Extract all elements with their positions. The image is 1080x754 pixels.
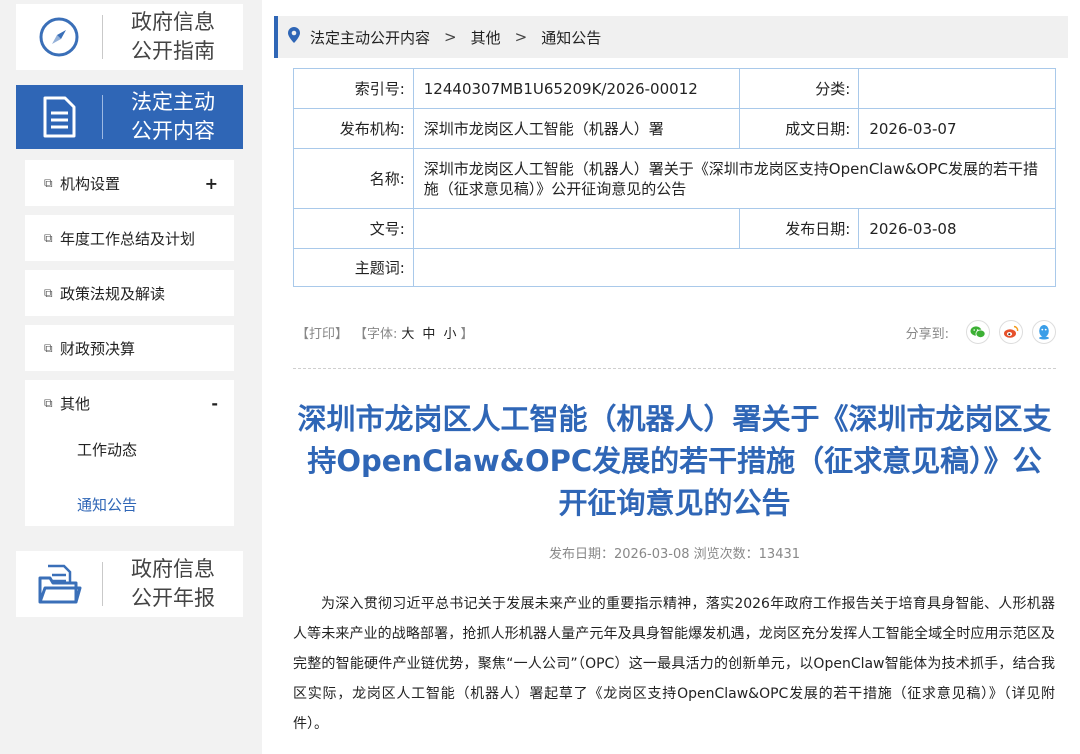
wechat-icon[interactable] xyxy=(966,320,990,344)
table-row: 名称: 深圳市龙岗区人工智能（机器人）署关于《深圳市龙岗区支持OpenClaw&… xyxy=(293,148,1057,209)
annual-line2: 公开年报 xyxy=(131,586,215,610)
article-pubinfo: 发布日期：2026-03-08 浏览次数：13431 xyxy=(548,547,801,562)
name-label: 名称: xyxy=(293,148,414,209)
subject-value xyxy=(412,248,1057,287)
copy-icon: ⧉ xyxy=(44,230,53,245)
sidebar-item-label: 其他 xyxy=(60,394,91,413)
copy-icon: ⧉ xyxy=(44,175,53,190)
font-small-link[interactable]: 小 xyxy=(443,323,456,342)
sidebar-menu-budget: ⧉ 财政预决算 xyxy=(25,325,234,371)
font-medium-link[interactable]: 中 xyxy=(422,323,435,342)
sidebar-menu-org: ⧉ 机构设置 + xyxy=(25,160,234,206)
copy-icon: ⧉ xyxy=(44,340,53,355)
guide-line2: 公开指南 xyxy=(131,39,215,63)
sidebar-item-org[interactable]: ⧉ 机构设置 + xyxy=(25,160,234,206)
collapse-icon[interactable]: - xyxy=(211,394,218,413)
copy-icon: ⧉ xyxy=(44,395,53,410)
qq-icon[interactable] xyxy=(1032,320,1056,344)
location-pin-icon xyxy=(288,27,300,47)
breadcrumb: 法定主动公开内容 > 其他 > 通知公告 xyxy=(274,16,1068,58)
copy-icon: ⧉ xyxy=(44,285,53,300)
table-row: 主题词: xyxy=(293,248,1057,287)
gov-info-guide-label: 政府信息 公开指南 xyxy=(103,8,243,66)
annual-line1: 政府信息 xyxy=(131,557,215,581)
document-icon xyxy=(16,85,102,149)
sidebar-item-budget[interactable]: ⧉ 财政预决算 xyxy=(25,325,234,371)
folder-icon xyxy=(16,551,102,617)
guide-line1: 政府信息 xyxy=(131,10,215,34)
font-large-link[interactable]: 大 xyxy=(401,323,414,342)
table-row: 文号: 发布日期: 2026-03-08 xyxy=(293,208,1056,249)
breadcrumb-separator: > xyxy=(514,28,528,46)
index-value: 12440307MB1U65209K/2026-00012 xyxy=(412,68,740,109)
sidebar-item-other[interactable]: ⧉ 其他 - xyxy=(25,380,234,426)
divider xyxy=(293,368,1056,369)
sidebar-item-label: 年度工作总结及计划 xyxy=(60,229,196,248)
metadata-table: 索引号: 12440307MB1U65209K/2026-00012 分类: 发… xyxy=(293,68,1057,287)
name-value: 深圳市龙岗区人工智能（机器人）署关于《深圳市龙岗区支持OpenClaw&OPC发… xyxy=(412,148,1057,209)
category-label: 分类: xyxy=(738,68,860,109)
compass-icon xyxy=(16,4,102,70)
publisher-label: 发布机构: xyxy=(293,108,414,149)
sidebar-menu-plan: ⧉ 年度工作总结及计划 xyxy=(25,215,234,261)
subject-label: 主题词: xyxy=(293,248,414,287)
active-line2: 公开内容 xyxy=(131,119,215,143)
share-label: 分享到: xyxy=(905,326,949,342)
table-row: 发布机构: 深圳市龙岗区人工智能（机器人）署 成文日期: 2026-03-07 xyxy=(293,108,1056,149)
sidebar-subitem-notices[interactable]: 通知公告 xyxy=(25,477,234,532)
sidebar-item-label: 机构设置 xyxy=(60,174,121,193)
gov-info-guide-button[interactable]: 政府信息 公开指南 xyxy=(16,4,243,70)
font-size-label: 【字体: xyxy=(354,326,398,342)
sidebar-item-label: 政策法规及解读 xyxy=(60,284,166,303)
article-body: 为深入贯彻习近平总书记关于发展未来产业的重要指示精神，落实2026年政府工作报告… xyxy=(293,596,1055,732)
sidebar-menu-other: ⧉ 其他 - 工作动态 通知公告 xyxy=(25,380,234,526)
created-date-value: 2026-03-07 xyxy=(858,108,1056,149)
docno-value xyxy=(412,208,740,249)
publisher-value: 深圳市龙岗区人工智能（机器人）署 xyxy=(412,108,740,149)
breadcrumb-item[interactable]: 通知公告 xyxy=(541,27,601,48)
sidebar-subitem-work-news[interactable]: 工作动态 xyxy=(25,422,234,477)
print-link[interactable]: 【打印】 xyxy=(296,323,348,342)
statutory-disclosure-button[interactable]: 法定主动 公开内容 xyxy=(16,85,243,149)
pubdate-label: 发布日期: xyxy=(738,208,860,249)
sidebar-item-policy[interactable]: ⧉ 政策法规及解读 xyxy=(25,270,234,316)
font-size-suffix: 】 xyxy=(460,326,474,342)
left-sidebar: 政府信息 公开指南 法定主动 公开内容 ⧉ 机构设置 + ⧉ 年度工作总结及计划… xyxy=(0,0,262,754)
main-content: 法定主动公开内容 > 其他 > 通知公告 索引号: 12440307MB1U65… xyxy=(262,0,1080,754)
article-toolbar: 【打印】 【字体: 大 中 小 】 分享到: xyxy=(296,320,1056,344)
category-value xyxy=(858,68,1056,109)
index-label: 索引号: xyxy=(293,68,414,109)
expand-icon[interactable]: + xyxy=(205,174,218,193)
docno-label: 文号: xyxy=(293,208,414,249)
weibo-icon[interactable] xyxy=(999,320,1023,344)
active-line1: 法定主动 xyxy=(131,90,215,114)
annual-report-label: 政府信息 公开年报 xyxy=(103,555,243,613)
sidebar-item-label: 财政预决算 xyxy=(60,339,136,358)
sidebar-item-plan[interactable]: ⧉ 年度工作总结及计划 xyxy=(25,215,234,261)
table-row: 索引号: 12440307MB1U65209K/2026-00012 分类: xyxy=(293,68,1056,109)
article-title: 深圳市龙岗区人工智能（机器人）署关于《深圳市龙岗区支持OpenClaw&OPC发… xyxy=(297,402,1052,520)
statutory-disclosure-label: 法定主动 公开内容 xyxy=(103,88,243,146)
created-date-label: 成文日期: xyxy=(738,108,860,149)
breadcrumb-separator: > xyxy=(444,28,457,46)
annual-report-button[interactable]: 政府信息 公开年报 xyxy=(16,551,243,617)
pubdate-value: 2026-03-08 xyxy=(858,208,1056,249)
sidebar-menu-policy: ⧉ 政策法规及解读 xyxy=(25,270,234,316)
breadcrumb-item[interactable]: 法定主动公开内容 xyxy=(310,27,430,48)
breadcrumb-item[interactable]: 其他 xyxy=(471,27,501,48)
